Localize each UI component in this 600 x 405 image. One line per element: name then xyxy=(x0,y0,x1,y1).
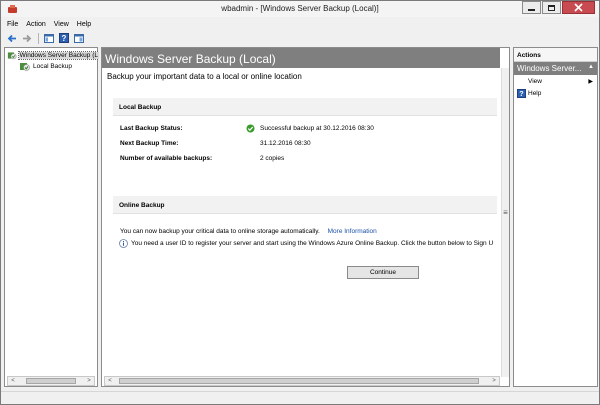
available-backups-row: Number of available backups: 2 copies xyxy=(120,155,490,165)
close-icon xyxy=(574,3,583,12)
tree-item-windows-server-backup[interactable]: Windows Server Backup (L xyxy=(7,50,99,60)
online-backup-register-text: You need a user ID to register your serv… xyxy=(131,240,494,247)
menu-action[interactable]: Action xyxy=(26,21,45,28)
properties-button[interactable] xyxy=(72,32,85,44)
title-bar[interactable]: wbadmin - [Windows Server Backup (Local)… xyxy=(1,1,599,17)
scroll-right-arrow-icon[interactable]: > xyxy=(84,377,94,385)
forward-arrow-icon xyxy=(22,34,31,42)
menu-view[interactable]: View xyxy=(54,21,69,28)
menu-help[interactable]: Help xyxy=(77,21,91,28)
svg-text:?: ? xyxy=(519,89,523,98)
scroll-left-arrow-icon[interactable]: < xyxy=(105,377,115,385)
window-title: wbadmin - [Windows Server Backup (Local)… xyxy=(221,4,379,13)
collapse-arrow-icon[interactable]: ▲ xyxy=(588,64,594,70)
help-icon: ? xyxy=(58,33,69,43)
submenu-arrow-icon: ▶ xyxy=(588,78,593,85)
back-button[interactable] xyxy=(5,32,18,44)
info-icon xyxy=(119,239,128,248)
scroll-thumb[interactable] xyxy=(26,378,76,384)
content-vertical-scrollbar[interactable] xyxy=(501,68,509,377)
local-backup-section: Local Backup Last Backup Status: Success… xyxy=(113,98,497,180)
minimize-icon xyxy=(528,9,535,11)
toolbar-separator xyxy=(38,32,39,44)
properties-icon xyxy=(73,33,84,43)
action-help[interactable]: ? Help xyxy=(514,87,597,99)
help-toolbar-button[interactable]: ? xyxy=(57,32,70,44)
tree-item-label: Local Backup xyxy=(33,62,73,70)
app-window: wbadmin - [Windows Server Backup (Local)… xyxy=(0,0,600,405)
local-backup-title: Local Backup xyxy=(113,98,497,116)
main-content-pane: Windows Server Backup (Local) ≡ Backup y… xyxy=(101,47,510,387)
action-view[interactable]: View ▶ xyxy=(514,75,597,87)
action-help-label: Help xyxy=(528,89,542,97)
next-backup-time-value: 31.12.2016 08:30 xyxy=(260,140,311,147)
content-header: Windows Server Backup (Local) xyxy=(102,48,500,68)
online-backup-title: Online Backup xyxy=(113,196,497,214)
content-subtitle: Backup your important data to a local or… xyxy=(107,72,302,81)
last-backup-status-label: Last Backup Status: xyxy=(120,125,183,132)
status-bar xyxy=(1,391,599,404)
online-backup-intro-text: You can now backup your critical data to… xyxy=(120,228,320,235)
tree-item-local-backup[interactable]: Local Backup xyxy=(19,61,73,71)
scroll-grip-icon[interactable]: ≡ xyxy=(501,208,509,217)
actions-group-header[interactable]: Windows Server... ▲ xyxy=(514,62,597,75)
success-check-icon xyxy=(246,124,255,133)
content-horizontal-scrollbar[interactable]: < > xyxy=(104,376,500,386)
backup-server-icon xyxy=(7,51,17,59)
help-icon: ? xyxy=(516,88,526,98)
minimize-button[interactable] xyxy=(522,1,541,14)
scroll-right-arrow-icon[interactable]: > xyxy=(489,377,499,385)
actions-title: Actions xyxy=(514,48,597,62)
available-backups-label: Number of available backups: xyxy=(120,155,213,162)
show-hide-console-tree-button[interactable] xyxy=(42,32,55,44)
svg-text:?: ? xyxy=(61,34,66,43)
maximize-button[interactable] xyxy=(542,1,561,14)
actions-pane: Actions Windows Server... ▲ View ▶ ? Hel… xyxy=(513,47,598,387)
back-arrow-icon xyxy=(7,34,16,42)
maximize-icon xyxy=(548,4,555,11)
local-backup-icon xyxy=(20,62,30,71)
last-backup-status-row: Last Backup Status: Successful backup at… xyxy=(120,124,490,135)
actions-group-label: Windows Server... xyxy=(517,64,582,73)
online-backup-section: Online Backup You can now backup your cr… xyxy=(113,196,497,288)
next-backup-time-label: Next Backup Time: xyxy=(120,140,179,147)
toolbar: ? xyxy=(1,31,599,45)
action-help-icon-box: ? xyxy=(514,88,528,98)
scroll-thumb[interactable] xyxy=(119,378,479,384)
forward-button[interactable] xyxy=(20,32,33,44)
menu-file[interactable]: File xyxy=(7,21,18,28)
last-backup-status-value: Successful backup at 30.12.2016 08:30 xyxy=(260,125,374,132)
next-backup-time-row: Next Backup Time: 31.12.2016 08:30 xyxy=(120,140,490,150)
tree-horizontal-scrollbar[interactable]: < > xyxy=(7,376,95,386)
window-controls xyxy=(521,1,595,14)
more-information-link[interactable]: More Information xyxy=(328,228,377,235)
menu-bar: File Action View Help xyxy=(1,18,599,30)
tree-item-label: Windows Server Backup (L xyxy=(17,50,99,60)
show-hide-console-tree-icon xyxy=(43,33,54,43)
continue-button[interactable]: Continue xyxy=(347,266,419,279)
action-view-label: View xyxy=(528,77,542,85)
online-backup-intro: You can now backup your critical data to… xyxy=(120,228,377,235)
scroll-left-arrow-icon[interactable]: < xyxy=(8,377,18,385)
available-backups-value: 2 copies xyxy=(260,155,285,162)
console-tree-pane[interactable]: Windows Server Backup (L Local Backup < … xyxy=(4,47,99,387)
close-button[interactable] xyxy=(562,1,595,14)
